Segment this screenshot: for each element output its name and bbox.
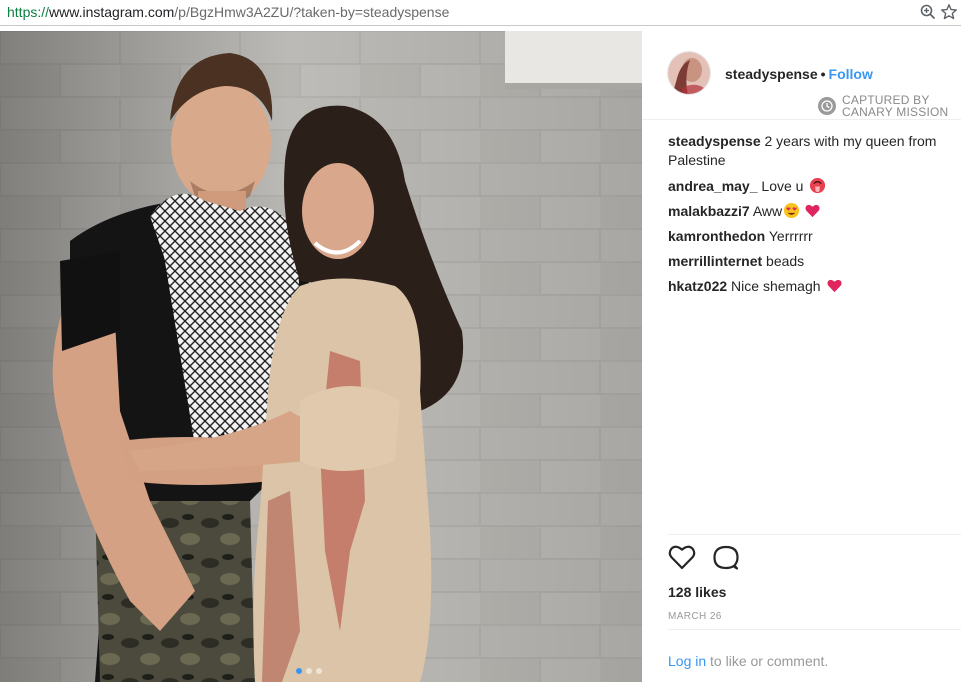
avatar[interactable] [667, 51, 711, 95]
header-separator: • [820, 66, 826, 82]
comment-item: kamronthedon Yerrrrrr [668, 227, 960, 252]
clock-icon [818, 97, 836, 115]
comment-list: steadyspense 2 years with my queen from … [668, 132, 960, 302]
carousel-dot-active[interactable] [296, 668, 302, 674]
caption-username[interactable]: steadyspense [668, 133, 761, 149]
comment-text: Yerrrrrr [768, 228, 813, 244]
login-rest-text: to like or comment. [706, 653, 829, 669]
comment-item: merrillinternet beads [668, 252, 960, 277]
post-actions [668, 544, 740, 572]
comment-username[interactable]: andrea_may_ [668, 178, 758, 194]
carousel-dot[interactable] [306, 668, 312, 674]
url-scheme: https:// [7, 4, 50, 20]
post-caption: steadyspense 2 years with my queen from … [668, 132, 960, 170]
comment-text: Nice shemagh [731, 278, 821, 294]
post-date[interactable]: MARCH 26 [668, 611, 722, 622]
login-link[interactable]: Log in [668, 653, 706, 669]
url-text[interactable]: https://www.instagram.com/p/BgzHmw3A2ZU/… [7, 4, 449, 20]
comment-text: beads [766, 253, 805, 269]
heart-emoji-icon [805, 204, 820, 218]
comment-item: hkatz022 Nice shemagh [668, 277, 960, 302]
comment-username[interactable]: kamronthedon [668, 228, 765, 244]
header-username-row: steadyspense • Follow [725, 66, 873, 82]
header-username[interactable]: steadyspense [725, 66, 818, 82]
browser-address-bar[interactable]: https://www.instagram.com/p/BgzHmw3A2ZU/… [0, 0, 961, 26]
likes-count[interactable]: 128 likes [668, 584, 726, 600]
comment-text: Aww [752, 203, 783, 219]
carousel-indicator[interactable] [296, 668, 322, 674]
comment-bubble-icon[interactable] [712, 544, 740, 572]
comment-username[interactable]: malakbazzi7 [668, 203, 750, 219]
post-sidebar: steadyspense • Follow CAPTURED BY CANARY M… [642, 31, 961, 682]
follow-button[interactable]: Follow [829, 66, 873, 82]
zoom-icon[interactable] [919, 3, 937, 21]
captured-line2: CANARY MISSION [842, 105, 949, 119]
comment-item: malakbazzi7 Aww [668, 202, 960, 227]
avatar-image [668, 52, 710, 94]
post-photo[interactable] [0, 31, 642, 682]
captured-watermark: CAPTURED BY CANARY MISSION [818, 94, 948, 118]
star-icon[interactable] [940, 3, 958, 21]
header-divider [642, 119, 961, 120]
url-path: /p/BgzHmw3A2ZU/?taken-by=steadyspense [174, 4, 450, 20]
login-divider [668, 629, 961, 630]
comment-item: andrea_may_ Love u [668, 177, 960, 202]
comment-username[interactable]: hkatz022 [668, 278, 727, 294]
tongue-emoji-icon [810, 177, 826, 194]
actions-divider [668, 534, 961, 535]
post-header: steadyspense • Follow CAPTURED BY CANARY M… [642, 31, 961, 118]
comment-text: Love u [761, 178, 804, 194]
like-heart-icon[interactable] [668, 544, 696, 570]
carousel-dot[interactable] [316, 668, 322, 674]
heart-eyes-emoji-icon [783, 202, 800, 219]
post-image [0, 31, 642, 682]
heart-emoji-icon [827, 279, 842, 293]
login-prompt: Log in to like or comment. [668, 653, 828, 669]
comment-username[interactable]: merrillinternet [668, 253, 762, 269]
url-host: www.instagram.com [49, 4, 175, 20]
